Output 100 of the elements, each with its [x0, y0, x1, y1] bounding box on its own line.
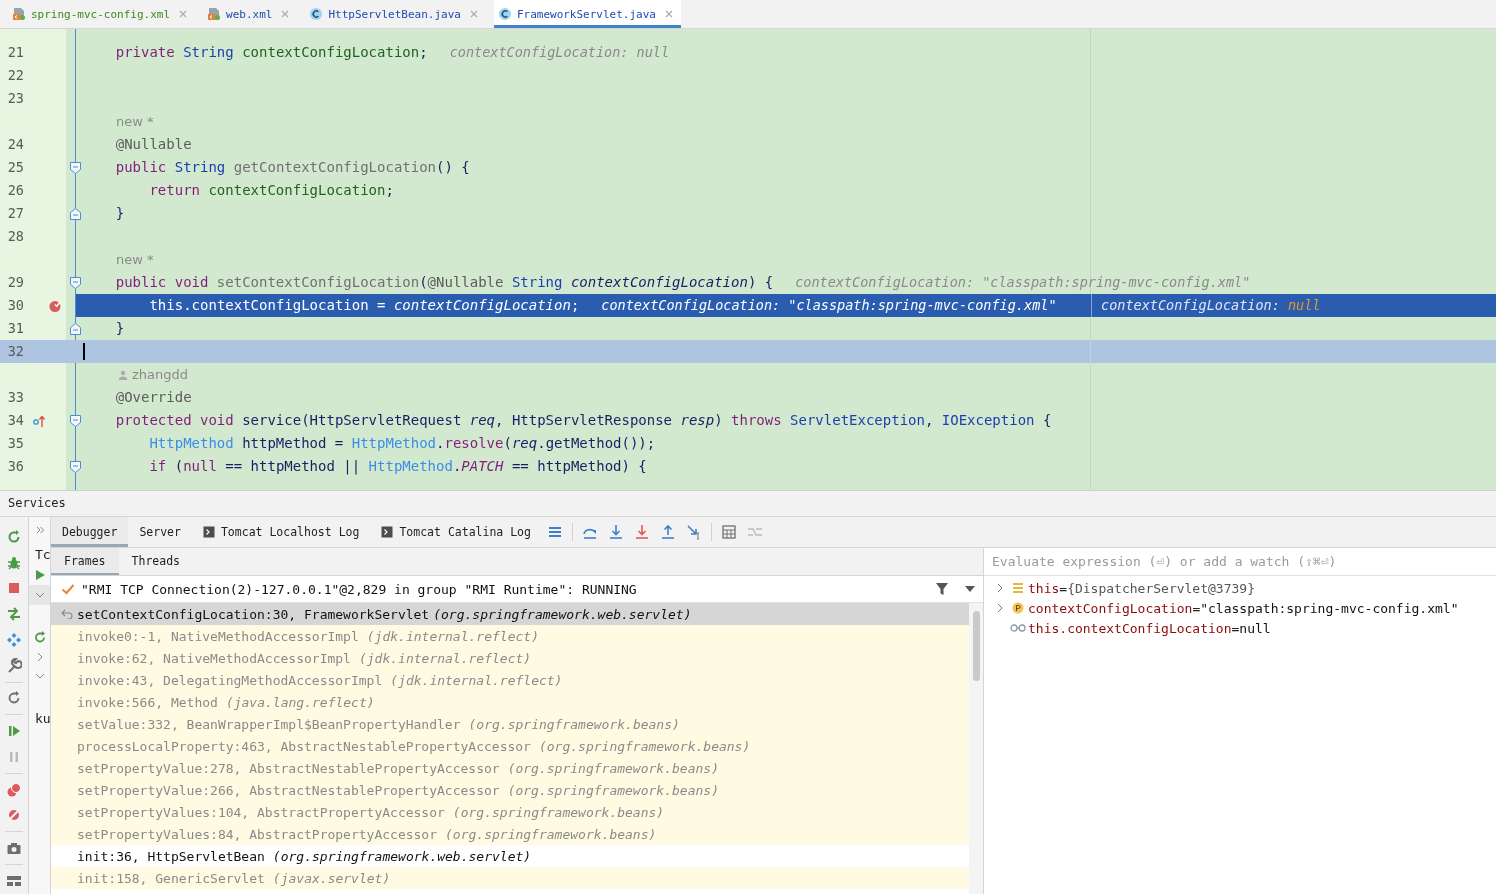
class-icon: [497, 7, 512, 21]
tab-label: HttpServletBean.java: [328, 7, 461, 21]
panel-tab[interactable]: Server: [128, 517, 192, 547]
step-arrows-icon[interactable]: [6, 606, 22, 623]
line-number: 26: [6, 181, 24, 200]
chevron-right-icon[interactable]: [35, 651, 44, 662]
tab-label: spring-mvc-config.xml: [31, 7, 171, 21]
fold-icon[interactable]: [70, 460, 81, 473]
filter-icon[interactable]: [935, 582, 949, 596]
line-number: 35: [6, 434, 24, 453]
step-out-icon[interactable]: [660, 524, 676, 540]
variable-row[interactable]: this={DispatcherServlet@3739}: [984, 578, 1496, 598]
close-icon[interactable]: [281, 10, 290, 18]
thread-selector[interactable]: "RMI TCP Connection(2)-127.0.0.1"@2,829 in group "RMI Runtime": RUNNING: [51, 576, 983, 603]
tab-label: FrameworkServlet.java: [516, 7, 656, 21]
double-chevron-icon[interactable]: [35, 526, 44, 534]
close-icon[interactable]: [664, 10, 673, 18]
fold-icon[interactable]: [70, 161, 81, 174]
chevron-right-icon[interactable]: [996, 583, 1004, 593]
tree-item[interactable]: Tc: [35, 546, 50, 562]
stack-frame[interactable]: setContextConfigLocation:30, FrameworkServlet (org.springframework.web.servlet): [51, 603, 969, 625]
chevron-right-icon[interactable]: [996, 603, 1004, 613]
editor-tab[interactable]: FrameworkServlet.java: [493, 0, 681, 28]
rerun-icon[interactable]: [6, 528, 22, 545]
fold-icon[interactable]: [70, 322, 81, 335]
parameter-icon: [1012, 602, 1024, 614]
layout-icon[interactable]: [6, 873, 22, 889]
check-icon: [61, 583, 75, 595]
tab-label: web.xml: [226, 7, 273, 21]
line-number: 24: [6, 135, 24, 154]
bug-icon[interactable]: [6, 554, 22, 571]
code-line: }: [114, 319, 125, 338]
panel-tab[interactable]: Threads: [118, 548, 193, 575]
fold-icon[interactable]: [70, 414, 81, 427]
code-line: }: [114, 204, 125, 223]
code-line: return contextConfigLocation;: [148, 181, 394, 200]
line-number: 21: [6, 43, 24, 62]
step-into-icon[interactable]: [608, 524, 624, 540]
variable-row[interactable]: contextConfigLocation="classpath:spring-mvc-config.xml": [984, 598, 1496, 618]
return-arrow-icon: [61, 609, 73, 619]
wrench-icon[interactable]: [6, 657, 22, 674]
chevron-down-icon[interactable]: [34, 671, 45, 680]
code-line: protected void service(HttpServletRequest req, HttpServletResponse resp) throws ServletException, IOException {: [114, 411, 1052, 430]
close-icon[interactable]: [469, 10, 478, 18]
line-number: 36: [6, 457, 24, 476]
dropdown-arrow-icon[interactable]: [965, 586, 975, 592]
tree-item[interactable]: ku: [35, 710, 50, 726]
breakpoint-icon[interactable]: [48, 298, 62, 313]
editor-tab[interactable]: web.xml: [203, 0, 298, 28]
line-number: 32: [6, 342, 24, 361]
close-icon[interactable]: [179, 10, 188, 18]
panel-tab[interactable]: Tomcat Localhost Log: [191, 517, 371, 547]
rerun-icon[interactable]: [33, 631, 46, 643]
editor-tab[interactable]: HttpServletBean.java: [305, 0, 486, 28]
line-number: 30: [6, 296, 24, 315]
inline-value-hint: contextConfigLocation: null: [449, 43, 670, 62]
panel-tab[interactable]: Frames: [51, 548, 119, 575]
panel-tab[interactable]: Tomcat Catalina Log: [370, 517, 542, 547]
author-hint: zhangdd: [132, 366, 189, 384]
breakpoints-icon[interactable]: [6, 781, 22, 798]
diamonds-icon[interactable]: [6, 631, 22, 648]
code-line: private String contextConfigLocation;: [114, 43, 428, 62]
code-line: public String getContextConfigLocation() {: [114, 158, 470, 177]
glasses-icon: [1010, 623, 1026, 633]
variable-row[interactable]: this.contextConfigLocation=null: [984, 618, 1496, 638]
force-step-into-icon[interactable]: [634, 524, 650, 540]
line-number: 22: [6, 66, 24, 85]
line-number: 23: [6, 89, 24, 108]
calculator-icon[interactable]: [721, 524, 737, 540]
fold-icon[interactable]: [70, 276, 81, 289]
scrollbar-thumb[interactable]: [972, 611, 980, 681]
inline-value-hint: contextConfigLocation: null: [1101, 296, 1321, 315]
code-line: HttpMethod httpMethod = HttpMethod.resolve(req.getMethod());: [148, 434, 656, 453]
line-number: 29: [6, 273, 24, 292]
editor-tab[interactable]: spring-mvc-config.xml: [8, 0, 196, 28]
fold-icon[interactable]: [70, 207, 81, 220]
run-icon[interactable]: [33, 569, 46, 581]
chevron-down-icon[interactable]: [34, 591, 45, 599]
code-line: if (null == httpMethod || HttpMethod.PATCH == httpMethod) {: [148, 457, 647, 477]
line-number: 25: [6, 158, 24, 177]
panel-tab[interactable]: Debugger: [51, 517, 129, 547]
line-number: 27: [6, 204, 24, 223]
line-number: 31: [6, 319, 24, 338]
inline-value-hint: contextConfigLocation: "classpath:spring-mvc-config.xml": [795, 273, 1251, 292]
text-cursor: [83, 343, 85, 360]
camera-icon[interactable]: [6, 840, 22, 857]
override-icon[interactable]: [32, 413, 46, 428]
inlay-hint: new *: [116, 113, 154, 131]
run-to-cursor-icon[interactable]: [686, 524, 702, 540]
menu-icon[interactable]: [547, 524, 563, 540]
field-list-icon: [1012, 582, 1024, 594]
console-icon: [381, 526, 394, 538]
inline-value-hint: contextConfigLocation: "classpath:spring-mvc-config.xml": [601, 296, 1057, 315]
line-number: 33: [6, 388, 24, 407]
line-number: 28: [6, 227, 24, 246]
console-icon: [202, 526, 215, 538]
xml-file-icon: [12, 7, 26, 21]
code-line: @Override: [114, 388, 192, 407]
code-line: public void setContextConfigLocation(@Nullable String contextConfigLocation) {: [114, 273, 774, 292]
person-icon: [118, 369, 128, 380]
